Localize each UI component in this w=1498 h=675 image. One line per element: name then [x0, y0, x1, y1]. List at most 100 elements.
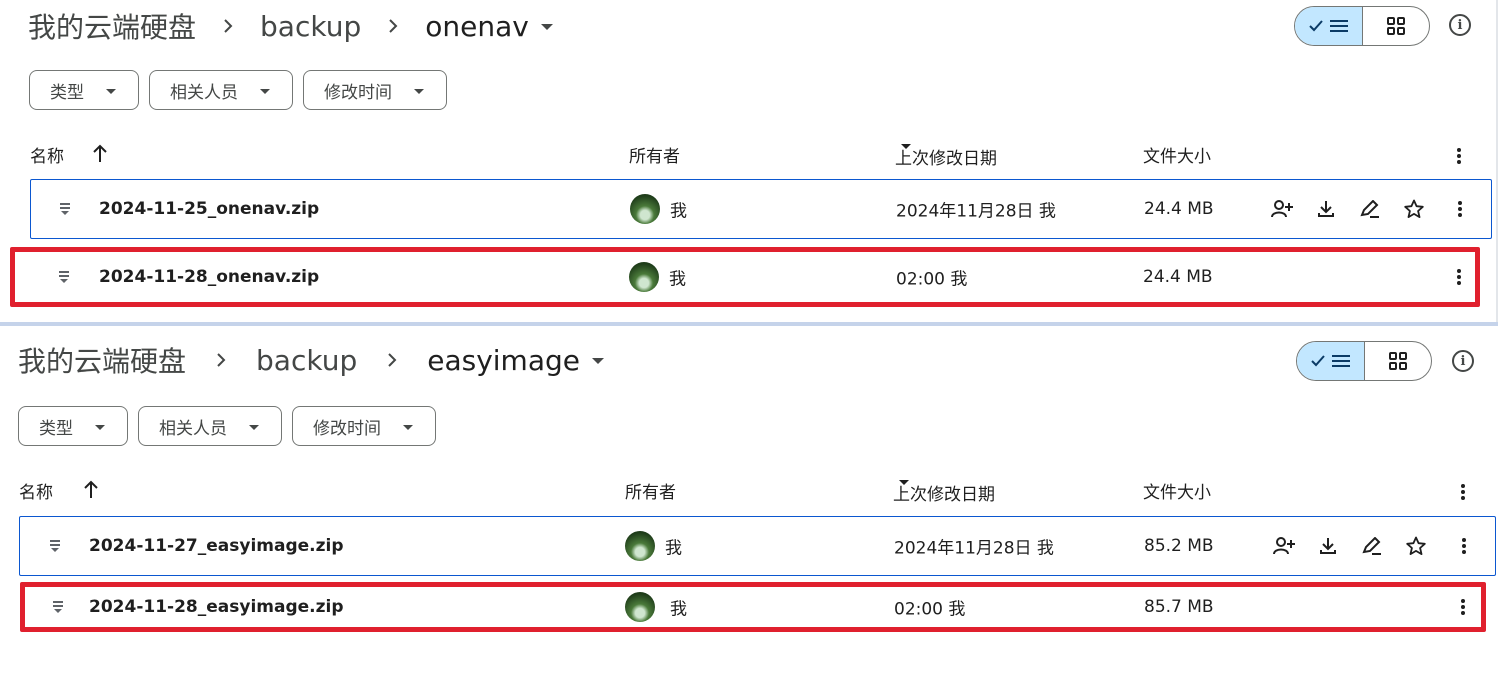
- caret-down-icon: [95, 424, 105, 430]
- chevron-right-icon: [357, 352, 427, 368]
- more-vert-icon[interactable]: [1453, 595, 1473, 619]
- share-person-icon[interactable]: [1270, 197, 1294, 221]
- arrow-up-icon[interactable]: [92, 142, 108, 166]
- rename-icon[interactable]: [1358, 197, 1382, 221]
- filter-label: 相关人员: [159, 418, 227, 439]
- grid-view-icon: [1386, 17, 1405, 35]
- filter-type[interactable]: 类型: [29, 70, 139, 110]
- modified-date: 2024年11月28日 我: [896, 201, 1056, 222]
- filter-type[interactable]: 类型: [18, 406, 128, 446]
- filter-chips: 类型 相关人员 修改时间: [18, 406, 436, 446]
- chevron-right-icon: [361, 18, 425, 34]
- drive-panel-easyimage: 我的云端硬盘 backup easyimage i 类型 相关人员 修改时间 名…: [0, 326, 1498, 675]
- list-view-icon: [1330, 19, 1349, 33]
- filter-label: 修改时间: [313, 418, 381, 439]
- row-actions: [1272, 534, 1428, 558]
- file-name[interactable]: 2024-11-28_onenav.zip: [99, 267, 319, 287]
- file-name[interactable]: 2024-11-25_onenav.zip: [99, 199, 319, 219]
- more-vert-icon[interactable]: [1453, 480, 1473, 504]
- file-size: 85.2 MB: [1144, 536, 1214, 556]
- filter-modified[interactable]: 修改时间: [292, 406, 436, 446]
- breadcrumb-current-folder-menu[interactable]: onenav: [425, 10, 553, 43]
- zip-file-icon: [59, 202, 71, 216]
- column-owner: 所有者: [625, 483, 676, 503]
- breadcrumb-current-label: easyimage: [427, 343, 580, 377]
- caret-down-icon: [403, 424, 413, 430]
- avatar: [630, 194, 660, 224]
- breadcrumb: 我的云端硬盘 backup onenav: [28, 6, 553, 46]
- filter-people[interactable]: 相关人员: [149, 70, 293, 110]
- column-size: 文件大小: [1143, 483, 1211, 503]
- table-row[interactable]: 2024-11-25_onenav.zip 我 2024年11月28日 我 24…: [30, 179, 1492, 239]
- check-icon: [1308, 19, 1324, 33]
- more-vert-icon[interactable]: [1449, 144, 1469, 168]
- arrow-up-icon[interactable]: [83, 478, 99, 502]
- filter-label: 相关人员: [170, 82, 238, 103]
- view-toggle: [1294, 6, 1430, 46]
- column-header-row: 名称 所有者 上次修改日期 文件大小: [0, 140, 1498, 169]
- breadcrumb-folder[interactable]: backup: [260, 10, 361, 43]
- breadcrumb-root[interactable]: 我的云端硬盘: [18, 340, 186, 380]
- breadcrumb-folder[interactable]: backup: [256, 344, 357, 377]
- caret-down-icon: [260, 88, 270, 94]
- owner-name: 我: [669, 269, 686, 290]
- star-icon[interactable]: [1402, 197, 1426, 221]
- info-icon[interactable]: i: [1452, 350, 1474, 372]
- column-name[interactable]: 名称: [30, 142, 64, 167]
- owner-name: 我: [670, 599, 687, 620]
- grid-view-button[interactable]: [1363, 7, 1430, 45]
- share-person-icon[interactable]: [1272, 534, 1296, 558]
- caret-down-icon: [901, 144, 911, 149]
- filter-label: 类型: [50, 82, 84, 103]
- file-name[interactable]: 2024-11-28_easyimage.zip: [89, 597, 344, 617]
- filter-people[interactable]: 相关人员: [138, 406, 282, 446]
- grid-view-button[interactable]: [1365, 342, 1432, 380]
- download-icon[interactable]: [1316, 534, 1340, 558]
- file-size: 85.7 MB: [1144, 597, 1214, 617]
- table-row-highlighted[interactable]: 2024-11-28_easyimage.zip 我 02:00 我 85.7 …: [20, 582, 1486, 632]
- caret-down-icon: [540, 24, 553, 30]
- info-icon[interactable]: i: [1449, 14, 1471, 36]
- file-size: 24.4 MB: [1144, 199, 1214, 219]
- breadcrumb-current-label: onenav: [425, 9, 529, 43]
- column-name[interactable]: 名称: [19, 478, 53, 503]
- list-view-button[interactable]: [1297, 342, 1365, 380]
- check-icon: [1310, 354, 1326, 368]
- list-view-button[interactable]: [1295, 7, 1363, 45]
- table-row-highlighted[interactable]: 2024-11-28_onenav.zip 我 02:00 我 24.4 MB: [10, 247, 1480, 307]
- modified-date: 2024年11月28日 我: [894, 538, 1054, 559]
- caret-down-icon: [106, 88, 116, 94]
- modified-date: 02:00 我: [894, 599, 966, 620]
- breadcrumb-root[interactable]: 我的云端硬盘: [28, 6, 196, 46]
- avatar: [629, 262, 659, 292]
- star-icon[interactable]: [1404, 534, 1428, 558]
- column-owner: 所有者: [629, 147, 680, 167]
- filter-label: 修改时间: [324, 82, 392, 103]
- file-name[interactable]: 2024-11-27_easyimage.zip: [89, 536, 344, 556]
- caret-down-icon: [899, 480, 909, 485]
- filter-chips: 类型 相关人员 修改时间: [29, 70, 447, 110]
- caret-down-icon: [591, 358, 604, 364]
- avatar: [625, 592, 655, 622]
- filter-label: 类型: [39, 418, 73, 439]
- rename-icon[interactable]: [1360, 534, 1384, 558]
- more-vert-icon[interactable]: [1450, 197, 1470, 221]
- zip-file-icon: [52, 600, 64, 614]
- caret-down-icon: [249, 424, 259, 430]
- more-vert-icon[interactable]: [1449, 265, 1469, 289]
- owner-name: 我: [665, 538, 682, 559]
- more-vert-icon[interactable]: [1454, 534, 1474, 558]
- row-actions: [1270, 197, 1426, 221]
- table-row[interactable]: 2024-11-27_easyimage.zip 我 2024年11月28日 我…: [19, 516, 1496, 576]
- zip-file-icon: [49, 539, 61, 553]
- zip-file-icon: [58, 270, 70, 284]
- file-size: 24.4 MB: [1143, 267, 1213, 287]
- owner-name: 我: [670, 201, 687, 222]
- breadcrumb-current-folder-menu[interactable]: easyimage: [427, 344, 604, 377]
- modified-date: 02:00 我: [896, 269, 968, 290]
- drive-panel-onenav: 我的云端硬盘 backup onenav i 类型 相关人员 修改时间 名称 所…: [0, 0, 1498, 322]
- view-toggle: [1296, 341, 1432, 381]
- filter-modified[interactable]: 修改时间: [303, 70, 447, 110]
- list-view-icon: [1332, 354, 1351, 368]
- download-icon[interactable]: [1314, 197, 1338, 221]
